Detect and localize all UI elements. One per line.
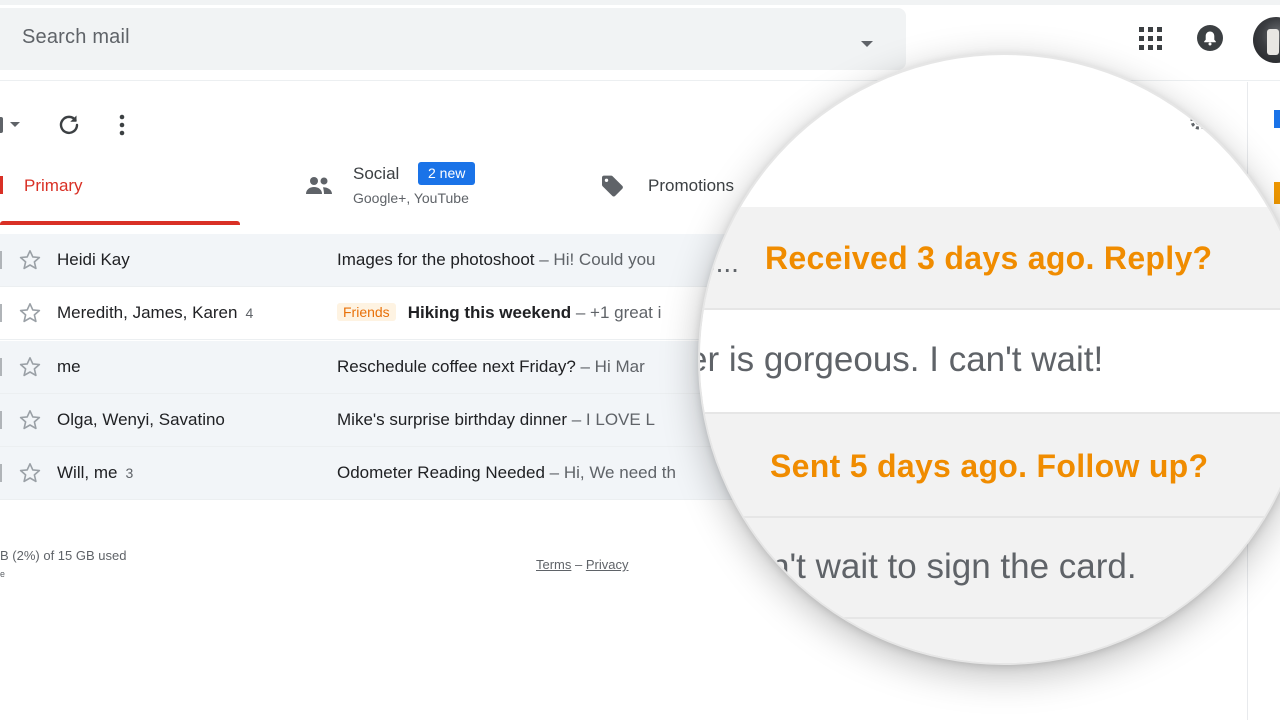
email-sender: Olga, Wenyi, Savatino [57,410,225,429]
primary-tab-icon [0,176,3,194]
footer-links: Terms – Privacy [536,557,628,572]
magnified-row [700,619,1280,663]
magnifier-lens: e... Received 3 days ago. Reply? er is g… [700,55,1280,663]
thread-count: 3 [125,465,134,481]
active-tab-indicator [0,221,240,225]
email-subject-line: Reschedule coffee next Friday? – Hi Mar [337,357,737,377]
storage-usage: B (2%) of 15 GB used [0,548,127,563]
manage-storage-link[interactable]: ᵉ [0,568,5,583]
email-snippet: – +1 great i [571,303,662,322]
star-icon[interactable] [18,355,42,379]
email-sender: Heidi Kay [57,250,130,269]
email-subject-line: Friends Hiking this weekend – +1 great i [337,303,737,323]
search-bar[interactable]: Search mail [0,8,906,70]
calendar-addon-icon[interactable] [1274,110,1280,128]
row-checkbox[interactable] [0,411,2,429]
tab-social-label: Social [353,164,400,183]
row-checkbox[interactable] [0,304,2,322]
email-snippet: – Hi! Could you [534,250,656,269]
refresh-icon[interactable] [56,112,82,138]
keep-addon-icon[interactable] [1274,182,1280,204]
row-checkbox[interactable] [0,251,2,269]
magnified-snippet-tail: e... [700,247,739,278]
search-options-chevron-down-icon[interactable] [861,41,873,47]
email-subject: Odometer Reading Needed [337,463,545,482]
row-checkbox[interactable] [0,464,2,482]
follow-up-nudge[interactable]: Sent 5 days ago. Follow up? [770,448,1208,485]
terms-link[interactable]: Terms [536,557,571,572]
thread-count: 4 [245,305,254,321]
select-options-chevron-down-icon[interactable] [10,122,20,127]
email-subject-line: Images for the photoshoot – Hi! Could yo… [337,250,737,270]
apps-grid-icon[interactable] [1139,27,1163,51]
email-sender: Will, me 3 [57,463,134,482]
more-options-icon[interactable] [109,112,135,138]
search-input[interactable]: Search mail [22,26,130,49]
email-sender: me [57,357,81,376]
email-subject: Reschedule coffee next Friday? [337,357,576,376]
email-subject: Images for the photoshoot [337,250,535,269]
email-sender: Meredith, James, Karen 4 [57,303,254,322]
select-all-checkbox[interactable] [0,117,3,133]
label-chip-friends[interactable]: Friends [337,303,396,321]
magnified-snippet: n't wait to sign the card. [770,547,1137,586]
star-icon[interactable] [18,408,42,432]
tab-social-senders: Google+, YouTube [353,190,469,206]
tab-promotions-label: Promotions [648,176,734,195]
magnified-snippet: er is gorgeous. I can't wait! [700,340,1104,379]
tab-social[interactable]: Social 2 new Google+, YouTube [300,150,590,226]
privacy-link[interactable]: Privacy [586,557,629,572]
magnified-snippet: r ear to [800,643,911,663]
email-subject: Mike's surprise birthday dinner [337,410,568,429]
email-subject-line: Odometer Reading Needed – Hi, We need th [337,463,737,483]
email-subject: Hiking this weekend [407,303,572,322]
new-count-badge: 2 new [418,162,476,185]
tab-primary-label: Primary [24,176,83,195]
account-avatar[interactable] [1253,17,1280,63]
footer-separator: – [571,557,586,572]
row-checkbox[interactable] [0,358,2,376]
email-snippet: – Hi Mar [575,357,645,376]
star-icon[interactable] [18,248,42,272]
email-snippet: – Hi, We need th [544,463,676,482]
tag-icon [602,175,623,197]
email-snippet: – I LOVE L [567,410,655,429]
settings-gear-icon [1190,112,1208,130]
star-icon[interactable] [18,461,42,485]
reply-nudge[interactable]: Received 3 days ago. Reply? [765,240,1212,277]
tab-primary[interactable]: Primary [0,150,240,226]
notifications-bell-icon[interactable] [1196,24,1224,52]
window-top-border [0,0,1280,5]
star-icon[interactable] [18,301,42,325]
people-icon [306,177,332,194]
email-subject-line: Mike's surprise birthday dinner – I LOVE… [337,410,737,430]
